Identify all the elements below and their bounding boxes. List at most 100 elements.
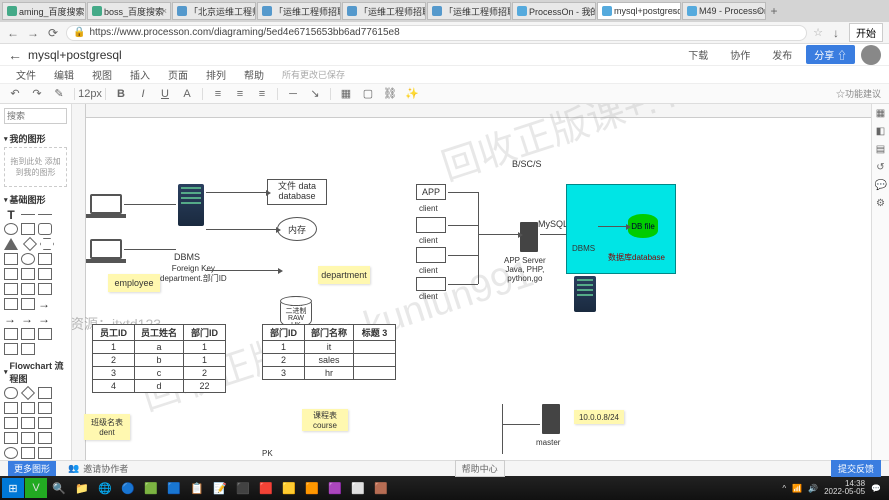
menu-help[interactable]: 帮助 xyxy=(244,67,264,82)
menu-arrange[interactable]: 排列 xyxy=(206,67,226,82)
bold-icon[interactable]: B xyxy=(114,87,128,101)
close-icon[interactable]: × xyxy=(417,6,422,16)
close-icon[interactable]: × xyxy=(332,6,337,16)
shape[interactable] xyxy=(38,268,52,280)
shape[interactable] xyxy=(21,268,35,280)
menu-page[interactable]: 页面 xyxy=(168,67,188,82)
close-icon[interactable]: × xyxy=(672,6,677,16)
browser-tab[interactable]: boss_百度搜索× xyxy=(87,2,171,20)
search-input[interactable] xyxy=(4,108,67,124)
settings-icon[interactable]: ⚙ xyxy=(875,198,887,210)
text-shape[interactable]: T xyxy=(4,208,18,220)
forward-button[interactable]: → xyxy=(26,26,40,40)
chrome-icon[interactable]: 🔵 xyxy=(117,478,139,498)
tower-icon[interactable] xyxy=(542,404,560,434)
shape[interactable] xyxy=(21,447,35,459)
ip-note[interactable]: 10.0.0.8/24 xyxy=(574,410,624,424)
document-title[interactable]: mysql+postgresql xyxy=(28,48,122,62)
section-basic[interactable]: ▾基础图形 xyxy=(4,193,67,206)
undo-icon[interactable]: ↶ xyxy=(8,87,22,101)
shape[interactable] xyxy=(38,283,52,295)
circle-shape[interactable] xyxy=(4,223,18,235)
fill-icon[interactable]: ▦ xyxy=(339,87,353,101)
download-icon[interactable]: ↓ xyxy=(829,26,843,40)
shape[interactable] xyxy=(21,328,35,340)
department-table[interactable]: 部门ID部门名称标题 3 1it 2sales 3hr xyxy=(262,324,396,380)
user-avatar[interactable] xyxy=(861,45,881,65)
shape[interactable] xyxy=(38,447,52,459)
diagram-canvas[interactable]: 回收正版课+: kunlun991 海量资源：itxtd123 回收正版课+: … xyxy=(72,104,871,460)
browser-tab[interactable]: ProcessOn - 我的文件× xyxy=(512,2,596,20)
menu-file[interactable]: 文件 xyxy=(16,67,36,82)
client-box[interactable] xyxy=(416,277,446,291)
coop-button[interactable]: 协作 xyxy=(722,45,758,64)
ellipse-shape[interactable] xyxy=(21,253,35,265)
app-icon[interactable]: ⬜ xyxy=(347,478,369,498)
shape[interactable] xyxy=(21,417,35,429)
stroke-icon[interactable]: ▢ xyxy=(361,87,375,101)
history-icon[interactable]: ↺ xyxy=(875,162,887,174)
line-shape[interactable] xyxy=(21,214,35,215)
bm-note[interactable]: 班级名表 dent xyxy=(84,414,130,440)
browser-tab[interactable]: 「北京运维工程师招聘× xyxy=(172,2,256,20)
client-box[interactable] xyxy=(416,217,446,233)
align-right-icon[interactable]: ≡ xyxy=(255,87,269,101)
arrow-shape[interactable] xyxy=(38,313,52,325)
rect-shape[interactable] xyxy=(38,253,52,265)
brush-icon[interactable]: ✎ xyxy=(52,87,66,101)
align-center-icon[interactable]: ≡ xyxy=(233,87,247,101)
browser-tab[interactable]: 「运维工程师招聘」× xyxy=(257,2,341,20)
terminator-shape[interactable] xyxy=(4,387,18,399)
system-tray[interactable]: ^ 📶 🔊 14:382022-05-05 💬 xyxy=(782,480,887,496)
app-icon[interactable]: 🟪 xyxy=(324,478,346,498)
hexagon-shape[interactable] xyxy=(40,238,54,250)
roundrect-shape[interactable] xyxy=(38,223,52,235)
feedback-link[interactable]: ☆功能建议 xyxy=(836,87,881,100)
server-icon[interactable] xyxy=(178,184,204,226)
publish-button[interactable]: 发布 xyxy=(764,45,800,64)
app-icon[interactable]: V xyxy=(25,478,47,498)
dbfile-cyl[interactable]: DB file xyxy=(628,214,658,238)
server-icon[interactable] xyxy=(574,276,596,312)
section-flowchart[interactable]: ▾Flowchart 流程图 xyxy=(4,359,67,385)
more-shapes-button[interactable]: 更多图形 xyxy=(8,461,56,476)
department-note[interactable]: department xyxy=(318,266,370,284)
font-color-icon[interactable]: A xyxy=(180,87,194,101)
shape[interactable] xyxy=(21,343,35,355)
section-my-shapes[interactable]: ▾我的图形 xyxy=(4,132,67,145)
shape[interactable] xyxy=(21,432,35,444)
navigator-icon[interactable]: ▦ xyxy=(875,108,887,120)
laptop-icon[interactable] xyxy=(90,239,122,259)
shape[interactable] xyxy=(21,283,35,295)
close-icon[interactable]: × xyxy=(502,6,507,16)
close-icon[interactable]: × xyxy=(587,6,592,16)
app-icon[interactable]: ⬛ xyxy=(232,478,254,498)
arrow-shape[interactable] xyxy=(38,298,52,310)
process-shape[interactable] xyxy=(38,387,52,399)
browser-tab[interactable]: aming_百度搜索× xyxy=(2,2,86,20)
client-box[interactable] xyxy=(416,247,446,263)
clock[interactable]: 14:382022-05-05 xyxy=(824,480,865,496)
new-tab-button[interactable]: + xyxy=(767,4,781,18)
close-icon[interactable]: × xyxy=(757,6,762,16)
arrow-shape[interactable] xyxy=(21,313,35,325)
rect-shape[interactable] xyxy=(21,223,35,235)
connector-shape[interactable] xyxy=(4,447,18,459)
shape[interactable] xyxy=(38,402,52,414)
shape[interactable] xyxy=(4,328,18,340)
submit-feedback[interactable]: 提交反馈 xyxy=(831,460,881,477)
app-icon[interactable]: 🟫 xyxy=(370,478,392,498)
decision-shape[interactable] xyxy=(21,386,35,400)
shape[interactable] xyxy=(4,432,18,444)
employee-table[interactable]: 员工ID员工姓名部门ID 1a1 2b1 3c2 4d22 xyxy=(92,324,226,393)
shape[interactable] xyxy=(38,432,52,444)
shape[interactable] xyxy=(4,283,18,295)
start-button[interactable]: 开始 xyxy=(849,23,883,42)
laptop-icon[interactable] xyxy=(90,194,122,214)
align-left-icon[interactable]: ≡ xyxy=(211,87,225,101)
menu-view[interactable]: 视图 xyxy=(92,67,112,82)
diamond-shape[interactable] xyxy=(23,237,37,251)
app-icon[interactable]: 📝 xyxy=(209,478,231,498)
explorer-icon[interactable]: 📁 xyxy=(71,478,93,498)
app-icon[interactable]: 📋 xyxy=(186,478,208,498)
